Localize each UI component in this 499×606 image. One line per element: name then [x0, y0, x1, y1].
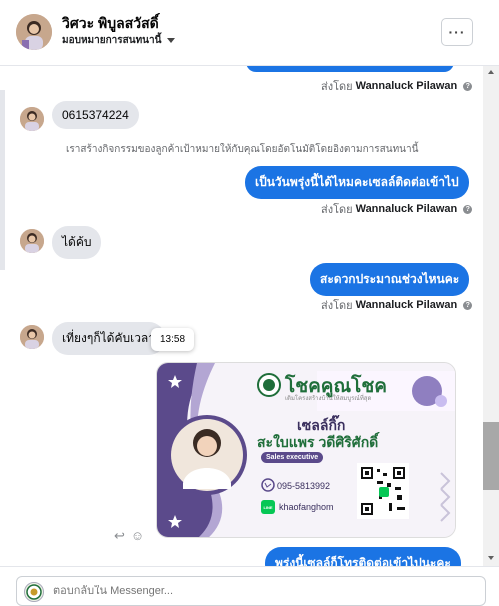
assign-label: มอบหมายการสนทนานี้ [62, 35, 162, 46]
reply-input[interactable] [53, 585, 473, 597]
message-composer [0, 566, 499, 606]
message-outgoing: พรุ่งนี้เซลล์ก็โทรติดต่อเข้าไปนะคะ [265, 547, 461, 566]
contact-avatar[interactable] [16, 14, 52, 50]
smiley-icon[interactable]: ☺ [131, 528, 144, 544]
message-thread: ส่งโดย Wannaluck Pilawan ? 0615374224 เร… [6, 66, 482, 566]
sent-by-label: ส่งโดย Wannaluck Pilawan ? [321, 77, 473, 95]
card-tagline: เติมโครงสร้างบ้านให้สมบูรณ์ที่สุด [285, 396, 372, 402]
scroll-down-arrow-icon[interactable] [488, 556, 494, 560]
chat-scrollbar[interactable] [483, 66, 499, 566]
message-outgoing: สะดวกประมาณช่วงไหนคะ [310, 263, 470, 296]
message-outgoing-partial [246, 66, 454, 72]
message-outgoing: เป็นวันพรุ่งนี้ได้ไหมคะเซลล์ติดต่อเข้าไป [245, 166, 469, 199]
reply-icon[interactable]: ↩ [114, 528, 125, 544]
card-phone: 095-5813992 [277, 481, 331, 491]
contact-avatar-small [20, 325, 44, 349]
contact-avatar-small [20, 107, 44, 131]
message-actions: ↩ ☺ [114, 528, 144, 544]
card-role-en: Sales executive [261, 452, 324, 463]
contact-avatar-small [20, 229, 44, 253]
conversation-header: วิศวะ พิบูลสวัสดิ์ มอบหมายการสนทนานี้ ··… [0, 0, 499, 66]
card-line-id: khaofanghom [279, 502, 334, 512]
line-logo-text: LINE [263, 505, 272, 510]
left-edge-shade [0, 90, 5, 270]
system-note: เราสร้างกิจกรรมของลูกค้าเป้าหมายให้กับคุ… [66, 144, 419, 155]
page-avatar [24, 582, 44, 602]
sent-by-label: ส่งโดย Wannaluck Pilawan ? [321, 200, 473, 218]
more-options-button[interactable]: ··· [441, 18, 473, 46]
help-icon[interactable]: ? [463, 81, 473, 91]
card-person-name: สะใบแพร วดีศิริศักดิ์ [257, 434, 379, 450]
sent-by-label: ส่งโดย Wannaluck Pilawan ? [321, 296, 473, 314]
assign-conversation-dropdown[interactable]: มอบหมายการสนทนานี้ [62, 33, 176, 48]
timestamp-tooltip: 13:58 [151, 328, 195, 351]
scroll-up-arrow-icon[interactable] [488, 70, 494, 74]
business-card-image[interactable]: LINE โชคคูณโชค เติมโครงสร้างบ้านให้สมบูร… [156, 362, 456, 538]
help-icon[interactable]: ? [463, 300, 473, 310]
scrollbar-thumb[interactable] [483, 422, 499, 490]
contact-name[interactable]: วิศวะ พิบูลสวัสดิ์ [62, 13, 159, 35]
message-incoming: ได้ค้บ [52, 226, 102, 259]
message-incoming: 0615374224 [52, 101, 139, 129]
message-incoming: เที่ยงๆก็ได้คับเวลา [52, 322, 166, 355]
chevron-down-icon [167, 38, 176, 43]
composer-box [16, 576, 486, 606]
help-icon[interactable]: ? [463, 204, 473, 214]
